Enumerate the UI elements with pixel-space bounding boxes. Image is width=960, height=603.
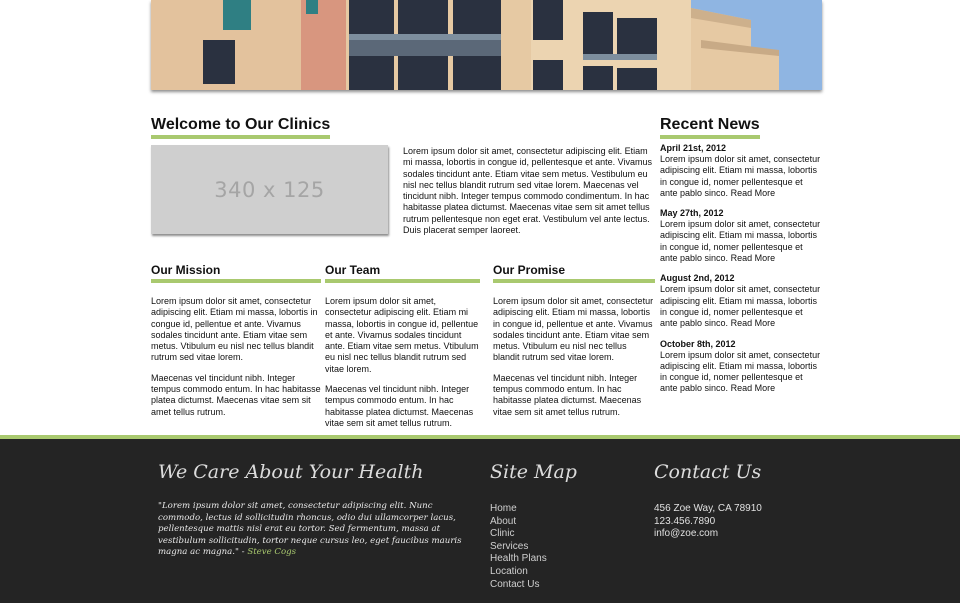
- team-title: Our Team: [325, 263, 480, 283]
- news-date: October 8th, 2012: [660, 338, 736, 349]
- sitemap-link-home[interactable]: Home: [490, 503, 547, 516]
- welcome-intro-text: Lorem ipsum dolor sit amet, consectetur …: [403, 146, 652, 236]
- news-item: May 27th, 2012 Lorem ipsum dolor sit ame…: [660, 208, 822, 264]
- contact-phone: 123.456.7890: [654, 515, 716, 527]
- care-title: We Care About Your Health: [158, 461, 424, 483]
- sitemap-list: Home About Clinic Services Health Plans …: [490, 503, 547, 591]
- sitemap-link-health-plans[interactable]: Health Plans: [490, 553, 547, 566]
- sitemap-link-clinic[interactable]: Clinic: [490, 528, 547, 541]
- team-paragraph-2: Maecenas vel tincidunt nibh. Integer tem…: [325, 384, 474, 428]
- mission-column: Our Mission Lorem ipsum dolor sit amet, …: [151, 263, 321, 418]
- mission-paragraph-2: Maecenas vel tincidunt nibh. Integer tem…: [151, 372, 321, 417]
- sitemap-link-services[interactable]: Services: [490, 541, 547, 554]
- header-banner-image: [151, 0, 822, 90]
- news-date: August 2nd, 2012: [660, 273, 735, 284]
- news-item: August 2nd, 2012 Lorem ipsum dolor sit a…: [660, 273, 822, 329]
- placeholder-label: 340 x 125: [214, 177, 325, 202]
- read-more-link[interactable]: Read More: [731, 318, 776, 328]
- news-item: April 21st, 2012 Lorem ipsum dolor sit a…: [660, 143, 822, 199]
- team-paragraph-1: Lorem ipsum dolor sit amet, consectetur …: [325, 296, 479, 374]
- news-date: May 27th, 2012: [660, 208, 724, 219]
- footer: We Care About Your Health "Lorem ipsum d…: [0, 435, 960, 603]
- promise-paragraph-1: Lorem ipsum dolor sit amet, consectetur …: [493, 296, 654, 363]
- sitemap-link-contact-us[interactable]: Contact Us: [490, 579, 547, 592]
- contact-email[interactable]: info@zoe.com: [654, 528, 762, 541]
- read-more-link[interactable]: Read More: [731, 188, 776, 198]
- contact-address: 456 Zoe Way, CA 78910: [654, 503, 762, 514]
- read-more-link[interactable]: Read More: [731, 383, 776, 393]
- news-date: April 21st, 2012: [660, 143, 727, 153]
- team-column: Our Team Lorem ipsum dolor sit amet, con…: [325, 263, 480, 429]
- read-more-link[interactable]: Read More: [731, 253, 776, 263]
- mission-paragraph-1: Lorem ipsum dolor sit amet, consectetur …: [151, 296, 318, 363]
- contact-title: Contact Us: [654, 461, 762, 483]
- sitemap-link-about[interactable]: About: [490, 516, 547, 529]
- promise-column: Our Promise Lorem ipsum dolor sit amet, …: [493, 263, 655, 418]
- image-placeholder: 340 x 125: [151, 145, 388, 234]
- testimonial-quote: "Lorem ipsum dolor sit amet, consectetur…: [158, 501, 468, 559]
- sitemap-link-location[interactable]: Location: [490, 566, 547, 579]
- promise-paragraph-2: Maecenas vel tincidunt nibh. Integer tem…: [493, 372, 642, 417]
- news-item: October 8th, 2012 Lorem ipsum dolor sit …: [660, 339, 822, 395]
- recent-news-sidebar: Recent News April 21st, 2012 Lorem ipsum…: [660, 116, 822, 404]
- sitemap-title: Site Map: [490, 461, 577, 483]
- quote-text: "Lorem ipsum dolor sit amet, consectetur…: [158, 501, 462, 557]
- promise-title: Our Promise: [493, 263, 655, 283]
- recent-news-title: Recent News: [660, 116, 760, 139]
- quote-author: Steve Cogs: [247, 547, 297, 557]
- contact-info: 456 Zoe Way, CA 78910 123.456.7890 info@…: [654, 503, 762, 541]
- welcome-title: Welcome to Our Clinics: [151, 116, 331, 139]
- mission-title: Our Mission: [151, 263, 321, 283]
